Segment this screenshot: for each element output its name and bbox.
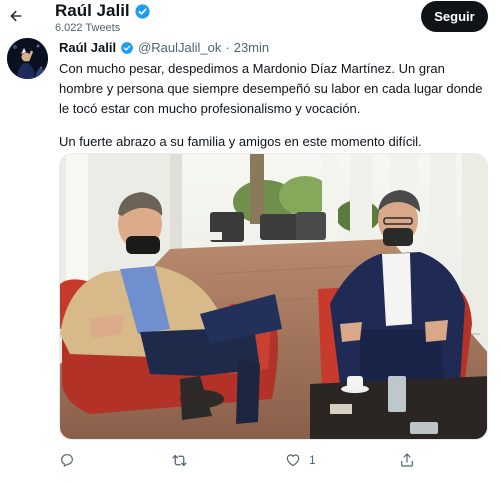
tweet-count: 6.022 Tweets <box>55 22 121 34</box>
back-arrow-icon <box>10 10 22 22</box>
share-icon <box>401 453 413 467</box>
tweet-header: Raúl Jalil @RaulJalil_ok · 23min <box>59 40 269 55</box>
tweet-text: Con mucho pesar, despedimos a Mardonio D… <box>59 59 489 152</box>
retweet-icon <box>172 454 187 466</box>
avatar-image <box>7 38 48 79</box>
profile-header: Raúl Jalil 6.022 Tweets Seguir <box>0 0 500 38</box>
follow-button[interactable]: Seguir <box>421 1 488 32</box>
verified-badge-icon <box>135 3 150 19</box>
tweet-author[interactable]: Raúl Jalil <box>59 40 116 55</box>
like-icon <box>286 454 300 467</box>
like-count: 1 <box>309 453 316 467</box>
back-button[interactable] <box>6 6 26 26</box>
tweet-actions: 1 <box>59 449 439 471</box>
photo-two-men-seated <box>60 154 487 439</box>
verified-badge-icon <box>121 41 133 54</box>
avatar[interactable] <box>7 38 48 79</box>
tweet-handle[interactable]: @RaulJalil_ok <box>138 40 221 55</box>
reply-icon <box>61 454 73 467</box>
retweet-button[interactable] <box>171 449 188 471</box>
tweet-time[interactable]: 23min <box>234 40 269 55</box>
reply-button[interactable] <box>59 449 75 471</box>
tweet-paragraph: Con mucho pesar, despedimos a Mardonio D… <box>59 61 483 116</box>
profile-name-text: Raúl Jalil <box>55 1 130 20</box>
like-button[interactable]: 1 <box>285 449 316 471</box>
tweet-paragraph: Un fuerte abrazo a su familia y amigos e… <box>59 134 422 149</box>
tweet-photo[interactable] <box>59 153 488 440</box>
profile-name: Raúl Jalil <box>55 1 151 21</box>
share-button[interactable] <box>399 449 415 471</box>
meta-separator: · <box>225 40 230 55</box>
